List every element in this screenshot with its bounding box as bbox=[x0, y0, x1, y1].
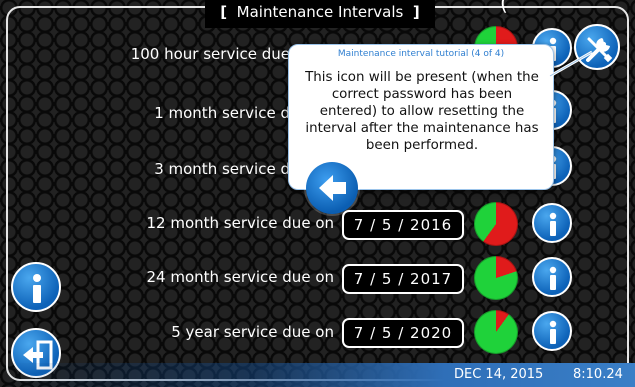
row-label-100-hour: 100 hour service due bbox=[130, 45, 290, 63]
title-text: Maintenance Intervals bbox=[236, 3, 404, 21]
tutorial-body: This icon will be present (when the corr… bbox=[305, 70, 539, 153]
info-icon[interactable] bbox=[532, 311, 572, 351]
title-peek-text: ( bbox=[500, 0, 508, 15]
interval-pie-12-month bbox=[474, 202, 518, 246]
wrench-screwdriver-icon[interactable] bbox=[574, 24, 620, 70]
info-icon[interactable] bbox=[11, 262, 61, 312]
row-label-1-month: 1 month service d bbox=[154, 104, 290, 122]
tutorial-title: Maintenance interval tutorial (4 of 4) bbox=[337, 49, 505, 59]
status-date: DEC 14, 2015 bbox=[454, 367, 544, 382]
title-bracket-open: [ bbox=[220, 3, 228, 21]
row-label-12-month: 12 month service due on bbox=[146, 214, 334, 232]
row-label-24-month: 24 month service due on bbox=[146, 268, 334, 286]
status-time: 8:10.24 bbox=[573, 367, 623, 382]
page-title: [ Maintenance Intervals ] bbox=[205, 0, 435, 28]
row-label-5-year: 5 year service due on bbox=[171, 323, 334, 341]
interval-pie-24-month bbox=[474, 256, 518, 300]
date-field-12-month[interactable]: 7 / 5 / 2016 bbox=[342, 210, 464, 240]
back-arrow-icon[interactable] bbox=[306, 162, 358, 214]
date-field-5-year[interactable]: 7 / 5 / 2020 bbox=[342, 318, 464, 348]
title-bracket-close: ] bbox=[412, 3, 420, 21]
date-field-24-month[interactable]: 7 / 5 / 2017 bbox=[342, 264, 464, 294]
info-icon[interactable] bbox=[532, 203, 572, 243]
row-label-3-month: 3 month service d bbox=[154, 160, 290, 178]
interval-pie-5-year bbox=[474, 310, 518, 354]
info-icon[interactable] bbox=[532, 257, 572, 297]
